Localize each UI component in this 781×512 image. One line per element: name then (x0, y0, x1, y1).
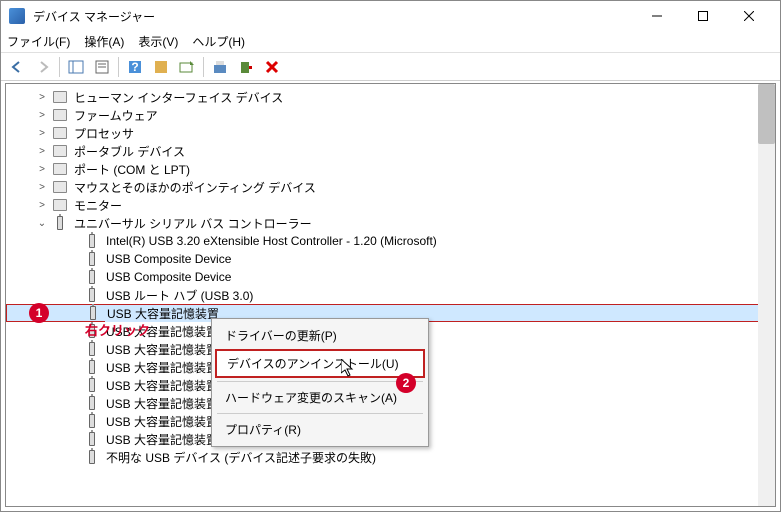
usb-icon (84, 413, 100, 429)
usb-icon (84, 269, 100, 285)
tree-item-label: USB Composite Device (104, 270, 233, 284)
delete-button[interactable] (260, 55, 284, 79)
category-cpu[interactable]: > プロセッサ (6, 124, 775, 142)
usb-icon (84, 287, 100, 303)
expander-icon[interactable]: ⌄ (36, 218, 48, 229)
usb-icon (84, 449, 100, 465)
usb-icon (85, 305, 101, 321)
usb-icon (52, 215, 68, 231)
expander-icon[interactable]: > (36, 128, 48, 139)
menu-file[interactable]: ファイル(F) (7, 33, 70, 50)
title-bar: デバイス マネージャー (1, 1, 780, 31)
cm-separator (217, 381, 423, 382)
show-hide-button[interactable] (64, 55, 88, 79)
tree-item-label: プロセッサ (72, 125, 136, 142)
tree-item-label: マウスとそのほかのポインティング デバイス (72, 179, 318, 196)
action-props-button[interactable] (149, 55, 173, 79)
usb-device-item[interactable]: Intel(R) USB 3.20 eXtensible Host Contro… (6, 232, 775, 250)
category-mouse[interactable]: > マウスとそのほかのポインティング デバイス (6, 178, 775, 196)
tree-item-label: USB 大容量記憶装置 (104, 377, 220, 394)
usb-device-item[interactable]: 不明な USB デバイス (デバイス記述子要求の失敗) (6, 448, 775, 466)
tree-item-label: ポータブル デバイス (72, 143, 187, 160)
portable-icon (52, 143, 68, 159)
update-driver-button[interactable] (208, 55, 232, 79)
usb-icon (84, 377, 100, 393)
tree-item-label: ファームウェア (72, 107, 160, 124)
properties-button[interactable] (90, 55, 114, 79)
scan-button[interactable] (175, 55, 199, 79)
tree-item-label: USB 大容量記憶装置 (104, 395, 220, 412)
tree-item-label: ユニバーサル シリアル バス コントローラー (72, 215, 314, 232)
help-button[interactable]: ? (123, 55, 147, 79)
expander-icon[interactable]: > (36, 146, 48, 157)
menu-action[interactable]: 操作(A) (84, 33, 124, 50)
cm-uninstall-device[interactable]: デバイスのアンインストール(U) (215, 349, 425, 378)
expander-icon[interactable]: > (36, 92, 48, 103)
usb-device-item[interactable]: USB Composite Device (6, 250, 775, 268)
category-monitor[interactable]: > モニター (6, 196, 775, 214)
tree-item-label: USB 大容量記憶装置 (104, 431, 220, 448)
window-title: デバイス マネージャー (9, 8, 634, 25)
cm-scan-hardware[interactable]: ハードウェア変更のスキャン(A) (215, 385, 425, 410)
close-button[interactable] (726, 1, 772, 31)
maximize-button[interactable] (680, 1, 726, 31)
window-controls (634, 1, 772, 31)
usb-icon (84, 395, 100, 411)
expander-icon[interactable]: > (36, 110, 48, 121)
usb-device-item[interactable]: USB Composite Device (6, 268, 775, 286)
toolbar: ? (1, 53, 780, 81)
monitor-icon (52, 197, 68, 213)
category-port[interactable]: > ポート (COM と LPT) (6, 160, 775, 178)
usb-device-item[interactable]: USB ルート ハブ (USB 3.0) (6, 286, 775, 304)
cpu-icon (52, 125, 68, 141)
usb-icon (84, 251, 100, 267)
tree-item-label: モニター (72, 197, 124, 214)
tree-item-label: USB 大容量記憶装置 (104, 413, 220, 430)
toolbar-separator (118, 57, 119, 77)
annotation-badge-2: 2 (396, 373, 416, 393)
tree-item-label: USB ルート ハブ (USB 3.0) (104, 287, 255, 304)
uninstall-button[interactable] (234, 55, 258, 79)
toolbar-separator (203, 57, 204, 77)
tree-item-label: Intel(R) USB 3.20 eXtensible Host Contro… (104, 234, 439, 248)
tree-item-label: USB Composite Device (104, 252, 233, 266)
minimize-button[interactable] (634, 1, 680, 31)
annotation-badge-1: 1 (29, 303, 49, 323)
tree-item-label: USB 大容量記憶装置 (104, 341, 220, 358)
category-usb[interactable]: ⌄ ユニバーサル シリアル バス コントローラー (6, 214, 775, 232)
back-button[interactable] (5, 55, 29, 79)
cursor-icon (341, 359, 357, 379)
usb-icon (84, 341, 100, 357)
category-fw[interactable]: > ファームウェア (6, 106, 775, 124)
tree-item-label: 不明な USB デバイス (デバイス記述子要求の失敗) (104, 449, 378, 466)
tree-item-label: USB 大容量記憶装置 (104, 359, 220, 376)
cm-properties[interactable]: プロパティ(R) (215, 417, 425, 442)
cm-separator (217, 413, 423, 414)
forward-button[interactable] (31, 55, 55, 79)
svg-text:?: ? (131, 60, 138, 74)
expander-icon[interactable]: > (36, 164, 48, 175)
toolbar-separator (59, 57, 60, 77)
fw-icon (52, 107, 68, 123)
category-hid[interactable]: > ヒューマン インターフェイス デバイス (6, 88, 775, 106)
cm-update-driver[interactable]: ドライバーの更新(P) (215, 323, 425, 348)
scrollbar[interactable] (758, 84, 775, 506)
expander-icon[interactable]: > (36, 200, 48, 211)
mouse-icon (52, 179, 68, 195)
usb-icon (84, 359, 100, 375)
menu-bar: ファイル(F) 操作(A) 表示(V) ヘルプ(H) (1, 31, 780, 53)
usb-icon (84, 233, 100, 249)
usb-icon (84, 431, 100, 447)
tree-item-label: ヒューマン インターフェイス デバイス (72, 89, 285, 106)
expander-icon[interactable]: > (36, 182, 48, 193)
tree-item-label: ポート (COM と LPT) (72, 161, 192, 178)
menu-help[interactable]: ヘルプ(H) (192, 33, 245, 50)
menu-view[interactable]: 表示(V) (138, 33, 178, 50)
category-portable[interactable]: > ポータブル デバイス (6, 142, 775, 160)
port-icon (52, 161, 68, 177)
tree-item-label: USB 大容量記憶装置 (105, 305, 221, 322)
hid-icon (52, 89, 68, 105)
annotation-right-click: 右クリック (85, 320, 150, 339)
